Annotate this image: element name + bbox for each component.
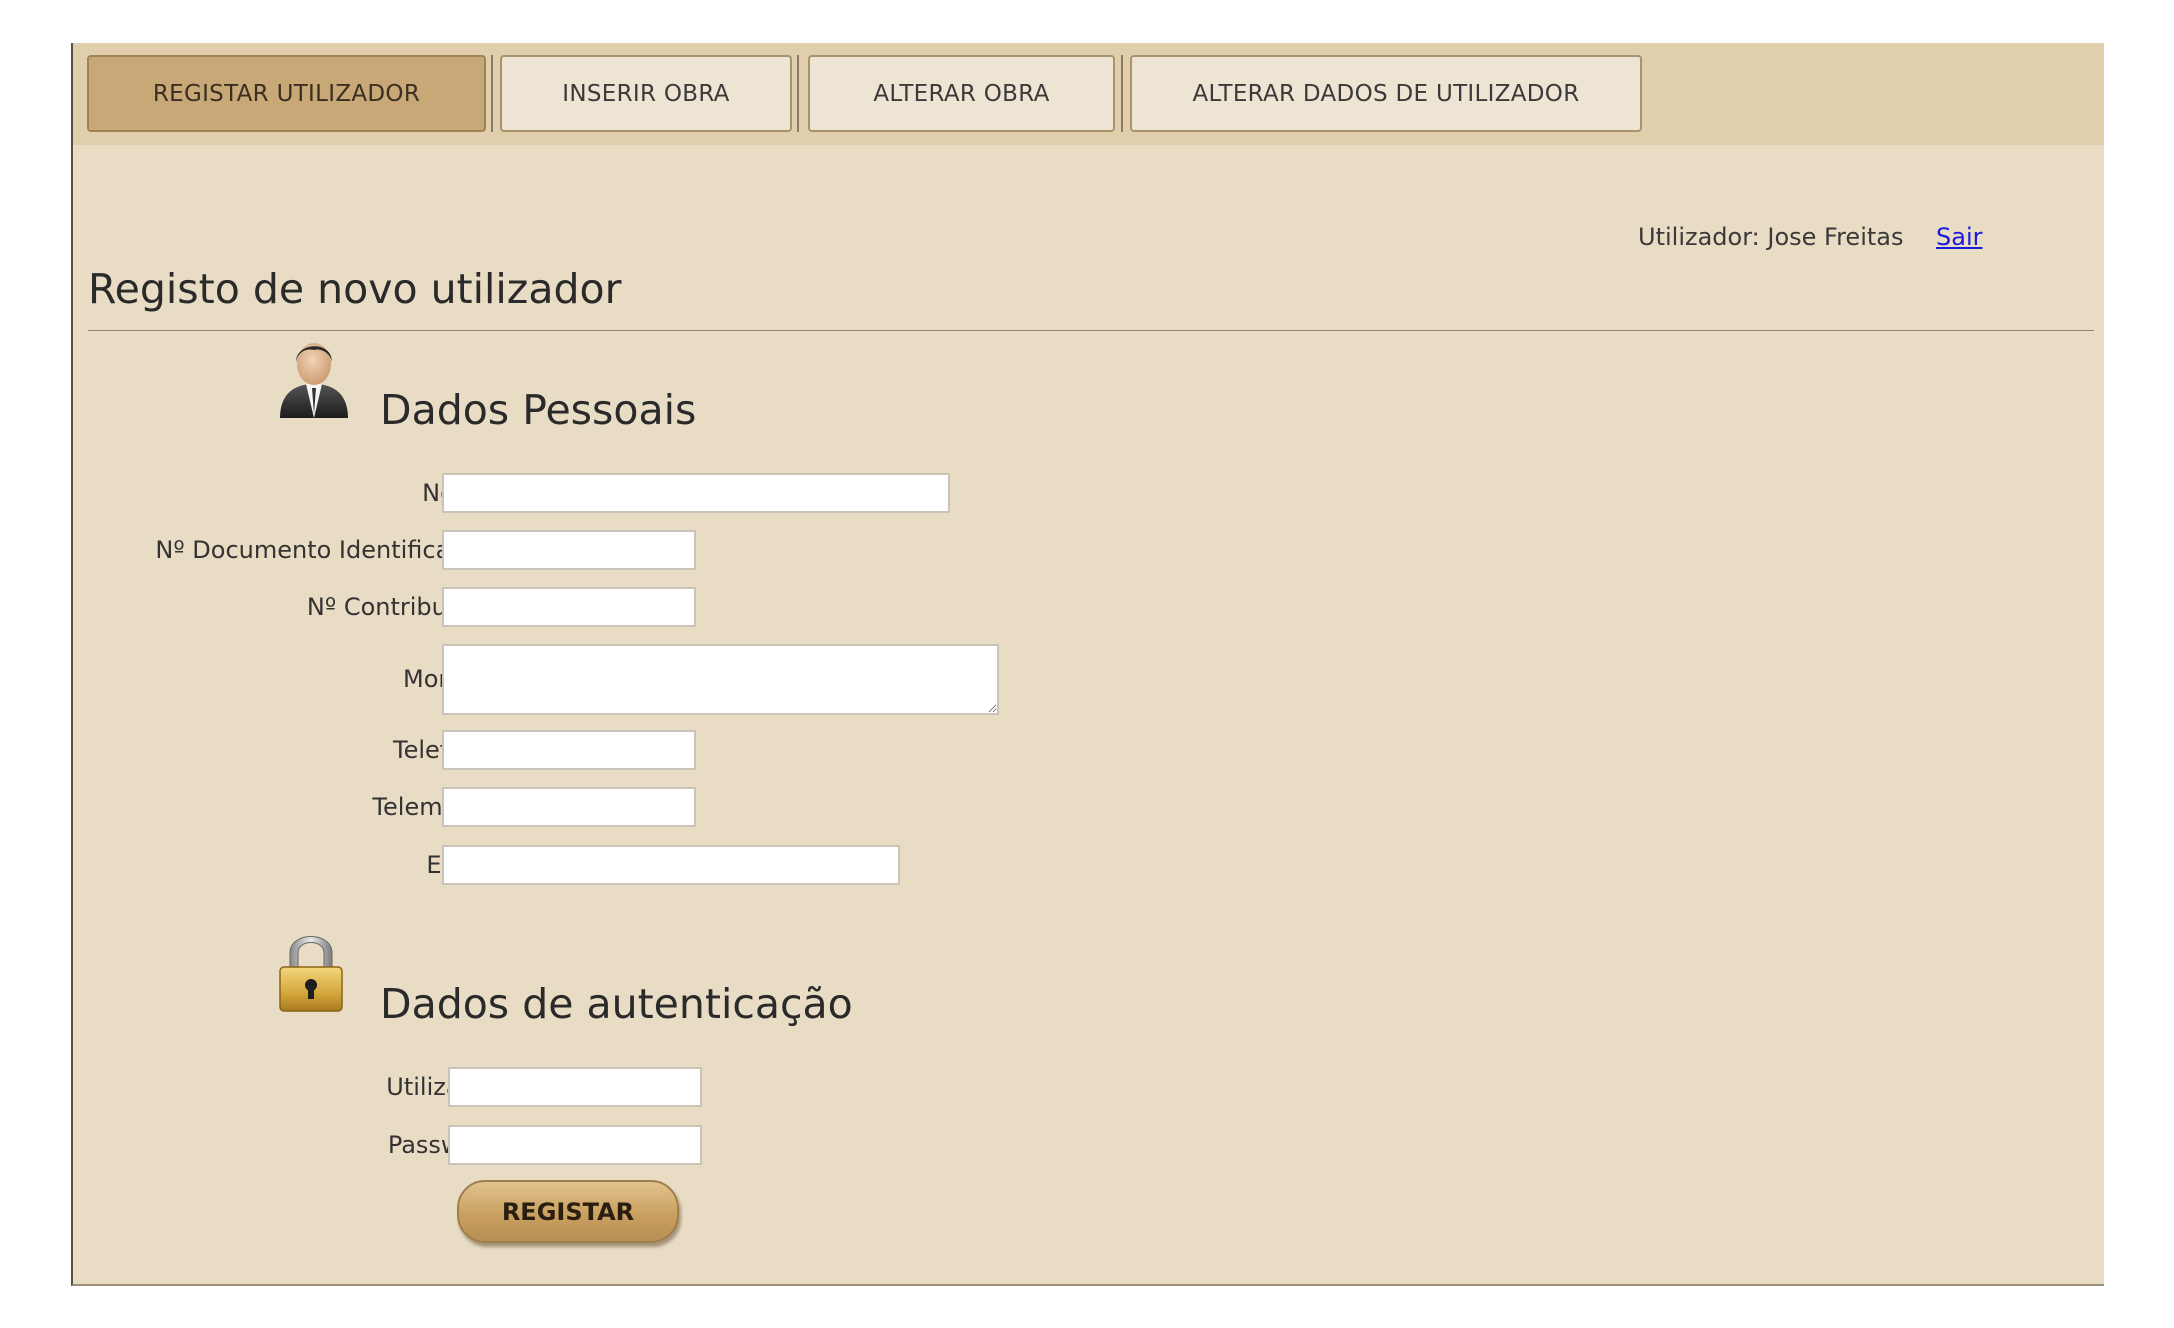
email-field[interactable]: [442, 845, 900, 885]
phone-field[interactable]: [442, 730, 696, 770]
tab-bar: REGISTAR UTILIZADOR INSERIR OBRA ALTERAR…: [73, 43, 2104, 145]
person-icon: [280, 343, 348, 418]
page-title: Registo de novo utilizador: [88, 265, 622, 313]
password-field[interactable]: [448, 1125, 702, 1165]
title-divider: [88, 330, 2094, 331]
name-field[interactable]: [442, 473, 950, 513]
address-textarea[interactable]: [442, 644, 999, 715]
personal-data-title: Dados Pessoais: [380, 386, 697, 434]
authentication-title: Dados de autenticação: [380, 980, 853, 1028]
padlock-icon: [279, 936, 343, 1012]
tab-registar-utilizador[interactable]: REGISTAR UTILIZADOR: [87, 55, 486, 132]
taxpayer-number-field[interactable]: [442, 587, 696, 627]
tab-separator: [491, 55, 493, 132]
logout-link[interactable]: Sair: [1936, 223, 1982, 251]
tab-alterar-dados-utilizador[interactable]: ALTERAR DADOS DE UTILIZADOR: [1130, 55, 1642, 132]
tab-alterar-obra[interactable]: ALTERAR OBRA: [808, 55, 1115, 132]
current-user-label: Utilizador: Jose Freitas: [1638, 223, 1904, 251]
mobile-field[interactable]: [442, 787, 696, 827]
tab-separator: [797, 55, 799, 132]
id-document-field[interactable]: [442, 530, 696, 570]
register-button[interactable]: REGISTAR: [457, 1180, 679, 1243]
username-field[interactable]: [448, 1067, 702, 1107]
tab-separator: [1121, 55, 1123, 132]
app-window: REGISTAR UTILIZADOR INSERIR OBRA ALTERAR…: [71, 43, 2104, 1286]
tab-inserir-obra[interactable]: INSERIR OBRA: [500, 55, 792, 132]
